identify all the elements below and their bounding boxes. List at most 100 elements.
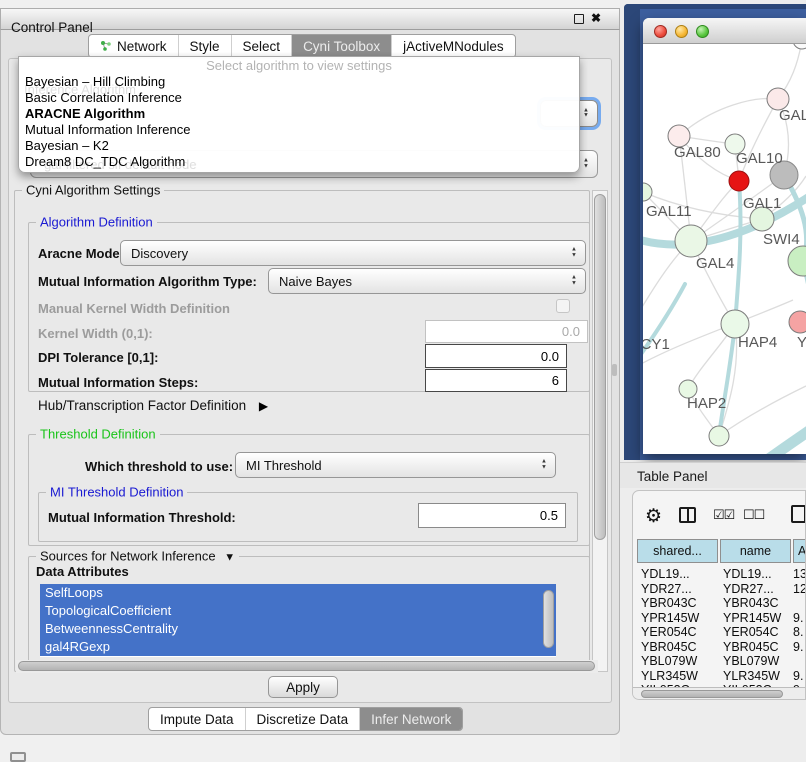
threshold-definition-legend: Threshold Definition xyxy=(36,427,160,442)
node-swi4[interactable] xyxy=(788,246,806,276)
apply-button-label: Apply xyxy=(286,680,320,695)
node-label: GAL80 xyxy=(674,144,721,161)
tab-discretize-data[interactable]: Discretize Data xyxy=(245,708,360,730)
attribute-item[interactable]: BetweennessCentrality xyxy=(40,620,556,638)
tab-network[interactable]: Network xyxy=(89,35,178,57)
data-attributes-label: Data Attributes xyxy=(36,564,129,579)
dropdown-item[interactable]: Mutual Information Inference xyxy=(19,122,579,138)
mi-threshold-input[interactable]: 0.5 xyxy=(418,503,566,528)
node-gal4[interactable] xyxy=(675,225,707,257)
tab-jactivemnodules[interactable]: jActiveMNodules xyxy=(391,35,515,57)
tab-infer-network[interactable]: Infer Network xyxy=(359,708,462,730)
table-row[interactable]: YBR045CYBR045C9. xyxy=(633,640,806,655)
close-icon[interactable]: ✖ xyxy=(591,11,601,25)
close-traffic-light-icon[interactable] xyxy=(654,25,667,38)
attributes-list-scrollbar-thumb[interactable] xyxy=(543,590,554,648)
settings-vscrollbar-thumb[interactable] xyxy=(594,194,606,540)
control-panel-titlebar[interactable]: Control Panel ✖ xyxy=(0,8,620,30)
network-window-titlebar[interactable] xyxy=(643,18,806,44)
right-desktop-area: GAL GAL80 GAL10 GAL1 GAL11 GAL4 SWI4 GCY… xyxy=(620,0,806,762)
attribute-item[interactable]: TopologicalCoefficient xyxy=(40,602,556,620)
cell-name: YER054C xyxy=(723,625,779,639)
tab-select[interactable]: Select xyxy=(231,35,292,57)
mi-algorithm-type-combo[interactable]: Naive Bayes ▲▼ xyxy=(268,268,586,294)
node-label: GAL xyxy=(779,107,806,124)
settings-hscrollbar-thumb[interactable] xyxy=(18,661,595,671)
network-icon xyxy=(100,40,112,52)
hub-definition-toggle[interactable]: Hub/Transcription Factor Definition ▶ xyxy=(38,398,268,413)
manual-kernel-width-checkbox[interactable] xyxy=(556,299,570,313)
mi-steps-value: 6 xyxy=(552,373,559,388)
which-threshold-combo[interactable]: MI Threshold ▲▼ xyxy=(235,452,556,478)
dropdown-item[interactable]: Dream8 DC_TDC Algorithm xyxy=(19,154,579,170)
hub-definition-label: Hub/Transcription Factor Definition xyxy=(38,398,246,413)
aracne-mode-label: Aracne Mode: xyxy=(38,246,124,261)
attribute-item[interactable]: gal4RGexp xyxy=(40,638,556,656)
dropdown-item[interactable]: Bayesian – K2 xyxy=(19,138,579,154)
tab-network-label: Network xyxy=(117,39,167,54)
table-row[interactable]: YBR043CYBR043C xyxy=(633,596,806,611)
cyni-settings-legend: Cyni Algorithm Settings xyxy=(22,183,164,198)
table-row[interactable]: YER054CYER054C8. xyxy=(633,625,806,640)
column-header-label: name xyxy=(740,544,771,558)
dropdown-item-selected[interactable]: ARACNE Algorithm xyxy=(19,106,579,122)
apply-button[interactable]: Apply xyxy=(268,676,338,698)
kernel-width-input[interactable]: 0.0 xyxy=(425,320,588,343)
columns-icon[interactable] xyxy=(679,507,696,523)
zoom-traffic-light-icon[interactable] xyxy=(696,25,709,38)
dropdown-item[interactable]: Basic Correlation Inference xyxy=(19,90,579,106)
table-row[interactable]: YPR145WYPR145W9. xyxy=(633,611,806,626)
dpi-tolerance-input[interactable]: 0.0 xyxy=(425,344,567,368)
table-row[interactable]: YLR345WYLR345W9. xyxy=(633,669,806,684)
sources-legend[interactable]: Sources for Network Inference ▼ xyxy=(36,549,239,564)
cell-value: 9. xyxy=(793,669,803,683)
cell-value: 8. xyxy=(793,625,803,639)
network-view-window[interactable]: GAL GAL80 GAL10 GAL1 GAL11 GAL4 SWI4 GCY… xyxy=(643,18,806,454)
tab-cyni-toolbox[interactable]: Cyni Toolbox xyxy=(291,35,391,57)
deselect-all-checkboxes-icon[interactable]: ☐☐ xyxy=(743,507,764,523)
cell-shared: YPR145W xyxy=(641,611,699,625)
node-red[interactable] xyxy=(729,171,749,191)
node-bottom[interactable] xyxy=(709,426,729,446)
gear-icon[interactable]: ⚙ xyxy=(645,505,662,528)
mi-steps-input[interactable]: 6 xyxy=(425,369,567,392)
table-row[interactable]: YBL079WYBL079W xyxy=(633,654,806,669)
column-header-name[interactable]: name xyxy=(720,539,791,563)
node-label: Y xyxy=(797,334,806,351)
float-window-icon[interactable] xyxy=(574,14,584,24)
window-title: Control Panel xyxy=(11,20,93,35)
table-hscrollbar-thumb[interactable] xyxy=(641,690,783,698)
aracne-mode-combo[interactable]: Discovery ▲▼ xyxy=(120,240,586,266)
column-header-label: shared... xyxy=(653,544,702,558)
manual-kernel-width-label: Manual Kernel Width Definition xyxy=(38,301,230,316)
table-row[interactable]: YDL19...YDL19...13 xyxy=(633,567,806,582)
node[interactable] xyxy=(793,44,806,49)
cell-shared: YBL079W xyxy=(641,654,697,668)
table-panel-title: Table Panel xyxy=(637,469,708,484)
cell-value: 13 xyxy=(793,567,806,581)
column-header-shared[interactable]: shared... xyxy=(637,539,718,563)
minimize-traffic-light-icon[interactable] xyxy=(675,25,688,38)
cell-name: YBR045C xyxy=(723,640,779,654)
dropdown-item[interactable]: Bayesian – Hill Climbing xyxy=(19,74,579,90)
attribute-item[interactable]: SelfLoops xyxy=(40,584,556,602)
combo-spinner-icon: ▲▼ xyxy=(571,248,577,259)
tab-style[interactable]: Style xyxy=(178,35,231,57)
tab-cyni-label: Cyni Toolbox xyxy=(303,39,380,54)
node-gal11[interactable] xyxy=(643,183,652,201)
cell-name: YDR27... xyxy=(723,582,774,596)
tab-impute-data[interactable]: Impute Data xyxy=(149,708,245,730)
node-pink[interactable] xyxy=(789,311,806,333)
new-table-icon[interactable] xyxy=(791,505,806,523)
tab-style-label: Style xyxy=(190,39,220,54)
table-row[interactable]: YDR27...YDR27...12 xyxy=(633,582,806,597)
column-header-partial[interactable]: A xyxy=(793,539,806,563)
network-graph-canvas[interactable]: GAL GAL80 GAL10 GAL1 GAL11 GAL4 SWI4 GCY… xyxy=(643,44,806,454)
cell-shared: YBR043C xyxy=(641,596,697,610)
column-header-label: A xyxy=(798,544,806,558)
sources-legend-label: Sources for Network Inference xyxy=(40,549,216,564)
panel-resize-handle[interactable] xyxy=(612,364,617,376)
select-all-checkboxes-icon[interactable]: ☑☑ xyxy=(713,507,734,523)
collapsed-panel-icon[interactable] xyxy=(10,752,26,762)
mi-steps-label: Mutual Information Steps: xyxy=(38,375,198,390)
